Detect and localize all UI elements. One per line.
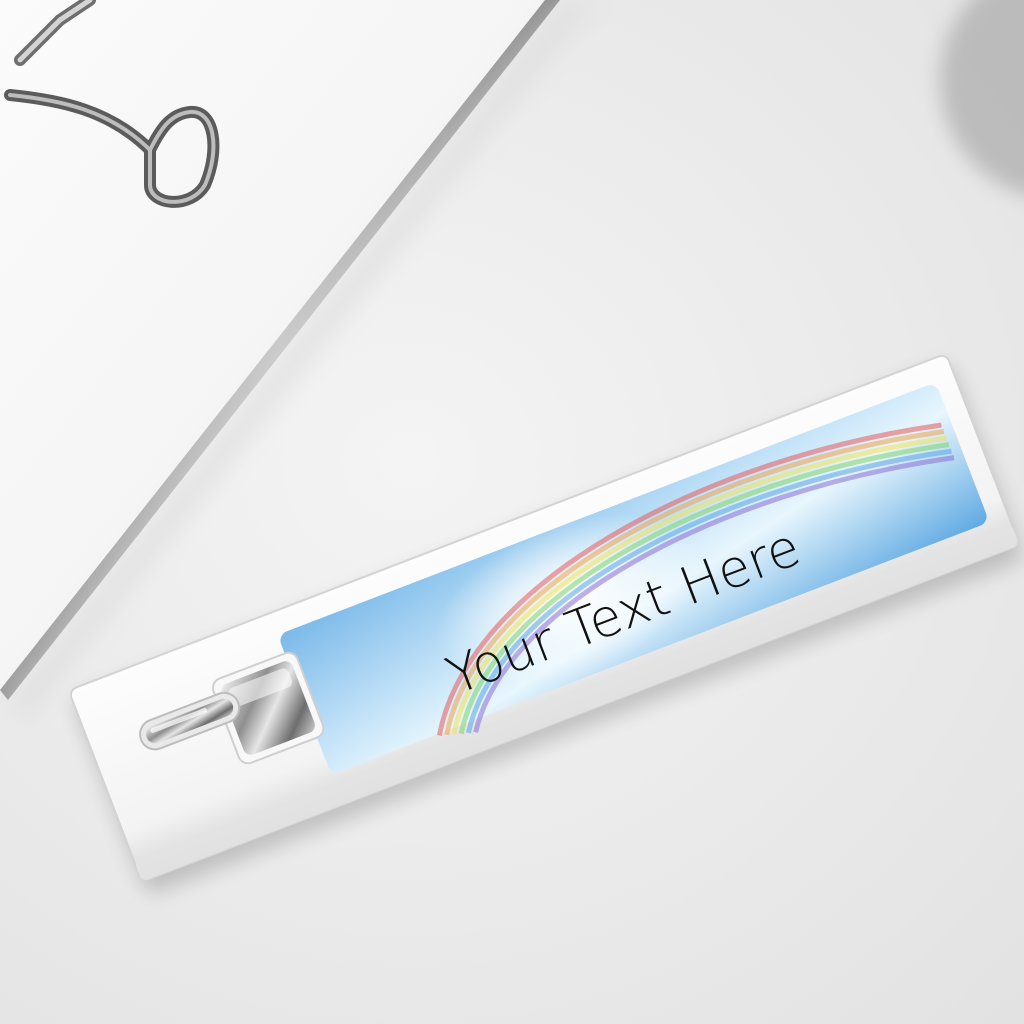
background-shadow <box>940 0 1024 195</box>
photo-scene: Your Text Here <box>0 0 1024 893</box>
